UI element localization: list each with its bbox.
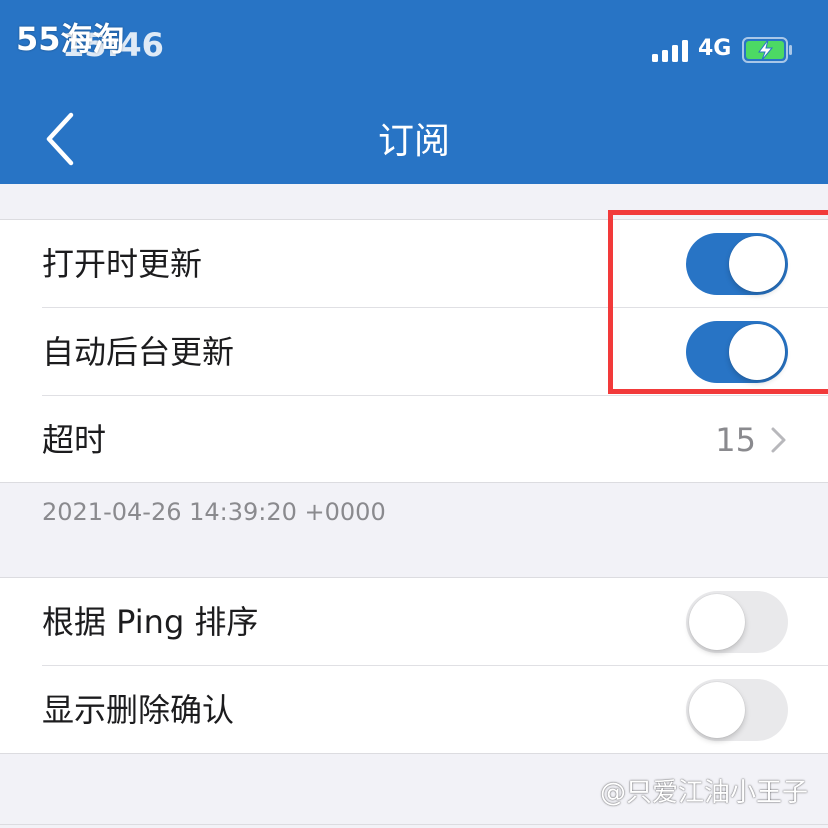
row-label: 打开时更新 [42, 245, 203, 283]
row-label: 自动后台更新 [42, 333, 235, 371]
row-delete-confirmation: 显示删除确认 [0, 666, 828, 754]
row-label: 超时 [42, 421, 107, 459]
timeout-value: 15 [715, 421, 756, 459]
signal-icon [652, 40, 688, 62]
network-type: 4G [698, 36, 732, 61]
page-title: 订阅 [377, 121, 450, 162]
row-label: 显示删除确认 [42, 691, 235, 729]
toggle-knob [689, 594, 745, 650]
row-timeout[interactable]: 超时 15 [0, 396, 828, 484]
highlight-annotation-box [608, 210, 828, 394]
author-watermark: @只爱江油小王子 [599, 778, 808, 808]
navigation-header: 15:46 55海淘 4G 订阅 [0, 0, 828, 184]
delete-confirmation-toggle[interactable] [686, 679, 788, 741]
battery-charging-icon [742, 37, 792, 63]
app-watermark: 55海淘 [16, 20, 125, 58]
row-label: 根据 Ping 排序 [42, 603, 259, 641]
settings-group-display: 根据 Ping 排序 显示删除确认 [0, 577, 828, 754]
divider [0, 824, 828, 825]
sort-by-ping-toggle[interactable] [686, 591, 788, 653]
chevron-right-icon [771, 427, 786, 453]
toggle-knob [689, 682, 745, 738]
last-updated-timestamp: 2021-04-26 14:39:20 +0000 [42, 498, 386, 526]
row-sort-by-ping: 根据 Ping 排序 [0, 578, 828, 666]
